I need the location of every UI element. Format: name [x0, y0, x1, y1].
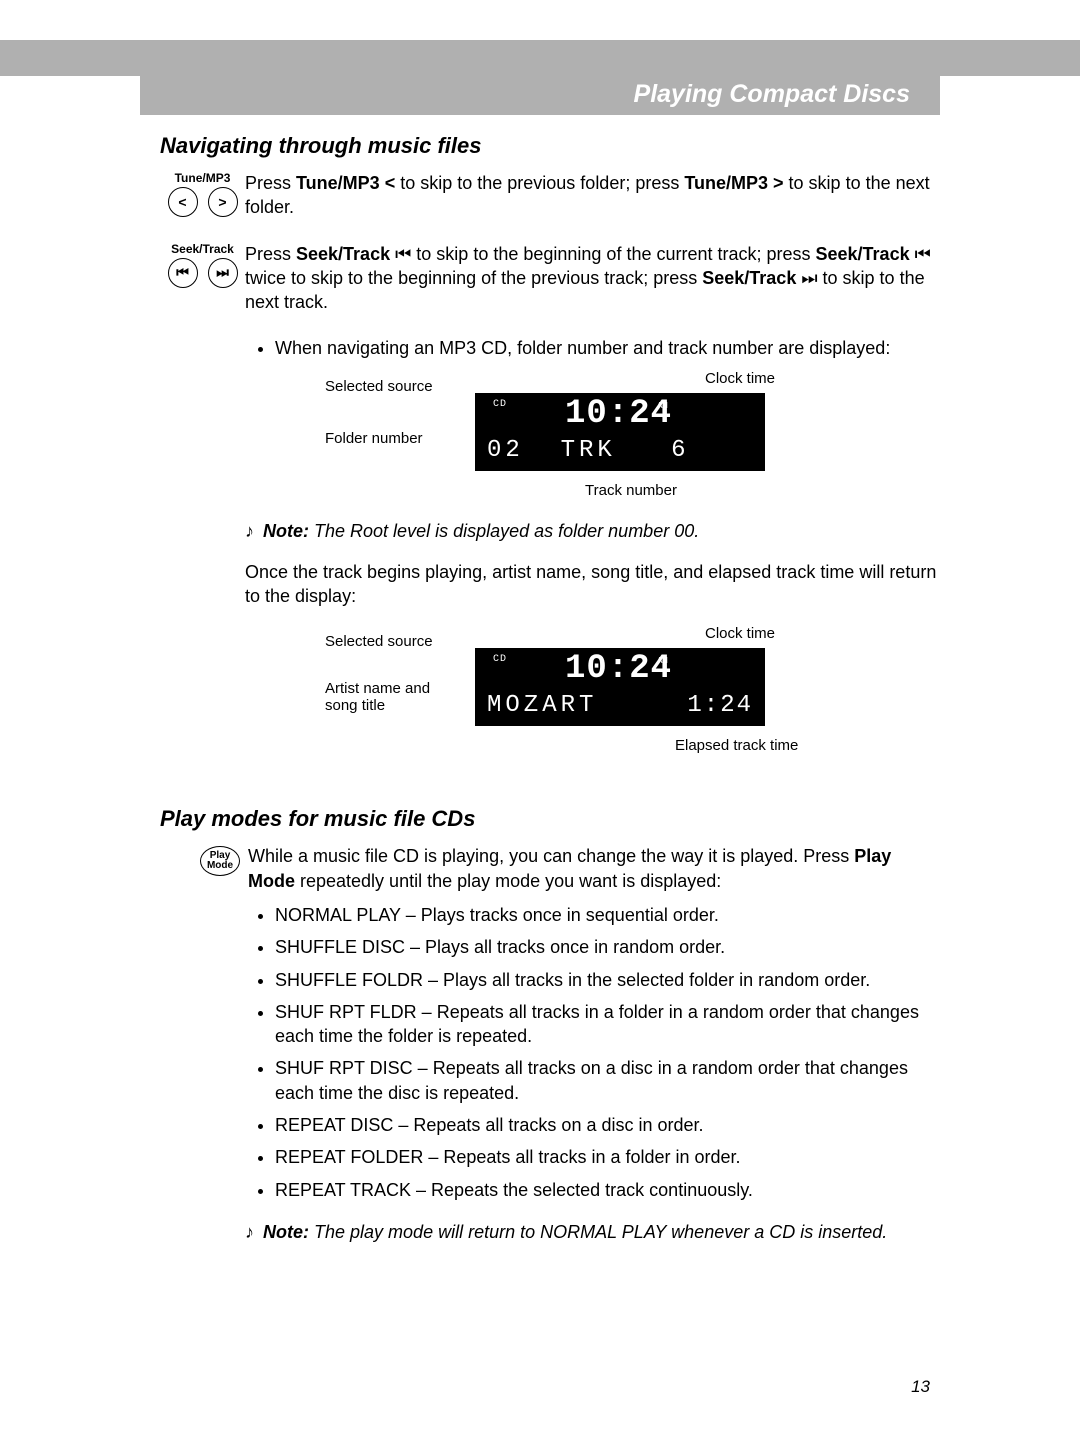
play-mode-item: SHUFFLE FOLDR – Plays all tracks in the … — [275, 968, 940, 992]
lcd1-clock: 10:24 — [565, 395, 672, 433]
page-number: 13 — [911, 1377, 930, 1397]
lcd2-ampm: AM — [657, 656, 668, 666]
lcd-display-2: CD 10:24 AM MOZART 1:24 — [475, 648, 765, 726]
page-header: Playing Compact Discs — [140, 76, 940, 115]
play-mode-button-icon: PlayMode — [200, 846, 240, 876]
para-after-note1: Once the track begins playing, artist na… — [245, 560, 940, 609]
seek-label: Seek/Track — [160, 242, 245, 256]
tune-row: Tune/MP3 < > Press Tune/MP3 < to skip to… — [160, 171, 940, 224]
seek-text: Press Seek/Track ⏮ to skip to the beginn… — [245, 242, 940, 319]
play-mode-item: SHUFFLE DISC – Plays all tracks once in … — [275, 935, 940, 959]
call2-elapsed: Elapsed track time — [675, 738, 798, 755]
seek-next-icon: ⏭ — [208, 258, 238, 288]
section1-heading: Navigating through music files — [160, 133, 940, 159]
display1-figure: Selected source Clock time Folder number… — [305, 371, 885, 501]
play-mode-item: REPEAT FOLDER – Repeats all tracks in a … — [275, 1145, 940, 1169]
nav-bullet: When navigating an MP3 CD, folder number… — [245, 336, 940, 360]
seek-prev-icon: ⏮ — [168, 258, 198, 288]
lcd2-artist: MOZART — [487, 692, 597, 719]
seek-icon-col: Seek/Track ⏮ ⏭ — [160, 242, 245, 288]
call-folder-number: Folder number — [325, 431, 423, 448]
lcd2-elapsed: 1:24 — [687, 692, 753, 719]
note-1: ♪ Note: The Root level is displayed as f… — [245, 521, 940, 542]
lcd-display-1: CD 10:24 AM 02 TRK 6 — [475, 393, 765, 471]
play-modes-list: NORMAL PLAY – Plays tracks once in seque… — [245, 903, 940, 1202]
note-2: ♪ Note: The play mode will return to NOR… — [245, 1222, 940, 1243]
lcd1-folder: 02 TRK 6 — [487, 437, 689, 464]
tune-icon-col: Tune/MP3 < > — [160, 171, 245, 217]
music-note-icon-2: ♪ — [245, 1222, 254, 1242]
tune-next-button-icon: > — [208, 187, 238, 217]
play-mode-item: SHUF RPT FLDR – Repeats all tracks in a … — [275, 1000, 940, 1049]
play-mode-item: REPEAT TRACK – Repeats the selected trac… — [275, 1178, 940, 1202]
top-grey-bar — [0, 40, 1080, 76]
call-selected-source: Selected source — [325, 379, 433, 396]
call-clock-time: Clock time — [705, 371, 775, 388]
play-mode-item: SHUF RPT DISC – Repeats all tracks on a … — [275, 1056, 940, 1105]
play-mode-item: NORMAL PLAY – Plays tracks once in seque… — [275, 903, 940, 927]
call2-selected-source: Selected source — [325, 634, 433, 651]
lcd1-source: CD — [493, 399, 507, 410]
section2-heading: Play modes for music file CDs — [160, 806, 940, 832]
tune-prev-button-icon: < — [168, 187, 198, 217]
tune-text: Press Tune/MP3 < to skip to the previous… — [245, 171, 940, 224]
play-mode-item: REPEAT DISC – Repeats all tracks on a di… — [275, 1113, 940, 1137]
seek-row: Seek/Track ⏮ ⏭ Press Seek/Track ⏮ to ski… — [160, 242, 940, 319]
call2-artist1: Artist name and — [325, 681, 430, 698]
lcd2-source: CD — [493, 654, 507, 665]
music-note-icon: ♪ — [245, 521, 254, 541]
call2-artist2: song title — [325, 698, 385, 715]
tune-label: Tune/MP3 — [160, 171, 245, 185]
lcd1-ampm: AM — [657, 401, 668, 411]
playmode-row: PlayMode While a music file CD is playin… — [200, 844, 940, 897]
display2-figure: Selected source Clock time Artist name a… — [305, 626, 885, 776]
lcd2-clock: 10:24 — [565, 650, 672, 688]
call2-clock-time: Clock time — [705, 626, 775, 643]
call-track-number: Track number — [585, 483, 677, 500]
